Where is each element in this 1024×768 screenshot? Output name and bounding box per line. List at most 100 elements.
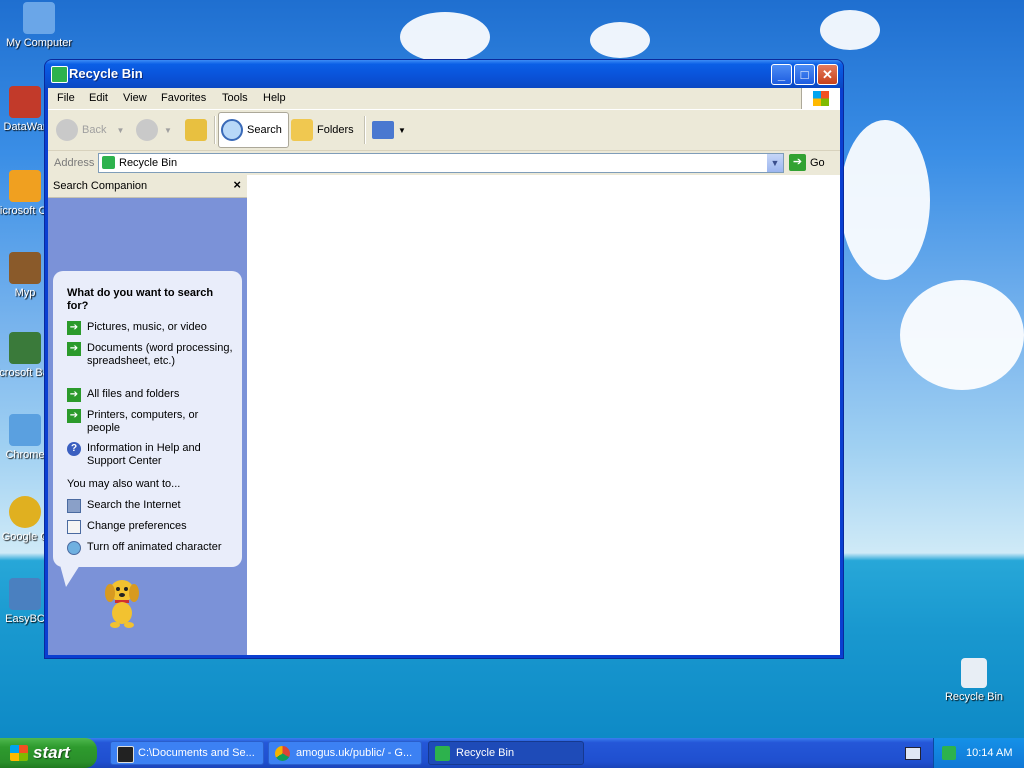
recycle-tray-icon[interactable] <box>942 746 956 760</box>
search-internet-icon <box>67 499 81 513</box>
msbasic-shortcut-icon <box>9 332 41 364</box>
option-label: Search the Internet <box>87 499 181 511</box>
search-dog-icon[interactable] <box>100 575 144 629</box>
recycle-bin-icon <box>51 66 68 83</box>
views-button[interactable]: ▼ <box>372 114 406 146</box>
taskbar-item-label: amogus.uk/public/ - G... <box>296 747 413 759</box>
taskbar-item-chrome[interactable]: amogus.uk/public/ - G... <box>268 741 422 765</box>
system-tray: 10:14 AM <box>933 738 1024 768</box>
folders-label: Folders <box>317 124 354 136</box>
menu-view[interactable]: View <box>123 92 147 104</box>
recycle-bin-icon <box>435 746 450 761</box>
search-option-printers[interactable]: ➔ Printers, computers, or people <box>67 409 233 435</box>
file-list-area[interactable] <box>247 175 840 655</box>
search-internet-link[interactable]: Search the Internet <box>67 499 233 513</box>
option-label: Information in Help and Support Center <box>87 442 201 467</box>
up-folder-icon <box>185 119 207 141</box>
back-button[interactable]: Back ▼ <box>56 114 124 146</box>
address-dropdown-button[interactable]: ▼ <box>767 154 783 172</box>
close-pane-button[interactable]: × <box>233 177 241 192</box>
datawar-shortcut-icon <box>9 86 41 118</box>
search-companion-title: Search Companion <box>53 180 148 192</box>
search-label: Search <box>247 124 282 136</box>
toolbar-separator <box>214 116 216 144</box>
menu-tools[interactable]: Tools <box>222 92 248 104</box>
go-label: Go <box>810 156 825 169</box>
windows-logo-icon <box>10 745 28 761</box>
chrome-setup-icon <box>9 414 41 446</box>
search-button[interactable]: Search <box>218 112 289 148</box>
folders-button[interactable]: Folders <box>291 114 354 146</box>
option-label: Change preferences <box>87 520 187 532</box>
my-computer-icon <box>23 2 55 34</box>
search-companion-header: Search Companion × <box>48 175 247 198</box>
option-label: Printers, computers, or people <box>87 409 199 434</box>
green-arrow-icon: ➔ <box>67 409 81 423</box>
forward-button[interactable]: ▼ <box>136 114 172 146</box>
help-icon: ? <box>67 442 81 456</box>
green-arrow-icon: ➔ <box>67 321 81 335</box>
wallpaper-cloud <box>400 12 490 62</box>
search-option-documents[interactable]: ➔ Documents (word processing, spreadshee… <box>67 342 233 368</box>
menu-help[interactable]: Help <box>263 92 286 104</box>
menu-file[interactable]: File <box>57 92 75 104</box>
7zip-icon <box>117 746 134 763</box>
menu-favorites[interactable]: Favorites <box>161 92 206 104</box>
windows-logo-icon <box>801 88 840 109</box>
search-companion-pane: Search Companion × What do you want to s… <box>48 175 247 655</box>
back-arrow-icon <box>56 119 78 141</box>
close-button[interactable]: ✕ <box>817 64 838 85</box>
desktop-icon-label: EasyBC <box>5 613 45 625</box>
wallpaper-cloud <box>820 10 880 50</box>
taskbar-item-recycle-bin[interactable]: Recycle Bin <box>428 741 584 765</box>
also-want-label: You may also want to... <box>67 478 181 490</box>
search-option-help[interactable]: ? Information in Help and Support Center <box>67 442 233 468</box>
animated-character-icon <box>67 541 81 555</box>
search-question: What do you want to search for? <box>67 287 214 312</box>
option-label: Turn off animated character <box>87 541 222 553</box>
search-icon <box>221 119 243 141</box>
up-folder-button[interactable] <box>185 114 211 146</box>
taskbar: start C:\Documents and Se... amogus.uk/p… <box>0 738 1024 768</box>
go-arrow-icon: ➔ <box>789 154 806 171</box>
search-option-all-files[interactable]: ➔ All files and folders <box>67 388 233 402</box>
wallpaper-cloud <box>840 120 930 280</box>
myp-shortcut-icon <box>9 252 41 284</box>
turn-off-character-link[interactable]: Turn off animated character <box>67 541 233 555</box>
folders-icon <box>291 119 313 141</box>
clock[interactable]: 10:14 AM <box>966 747 1012 759</box>
wallpaper-cloud <box>900 280 1024 390</box>
menu-edit[interactable]: Edit <box>89 92 108 104</box>
green-arrow-icon: ➔ <box>67 342 81 356</box>
preferences-icon <box>67 520 81 534</box>
desktop-icon-label: Myp <box>14 287 36 299</box>
window-title: Recycle Bin <box>69 66 143 81</box>
address-bar: Address Recycle Bin ▼ ➔ Go <box>48 151 840 176</box>
explorer-window: Recycle Bin _ □ ✕ File Edit View Favorit… <box>45 60 843 658</box>
option-label: All files and folders <box>87 388 180 400</box>
address-value: Recycle Bin <box>119 157 178 169</box>
search-option-pictures[interactable]: ➔ Pictures, music, or video <box>67 321 233 335</box>
minimize-button[interactable]: _ <box>771 64 792 85</box>
desktop-icon-my-computer[interactable]: My Computer <box>0 2 78 49</box>
back-label: Back <box>82 124 107 136</box>
taskbar-item-label: Recycle Bin <box>456 747 515 759</box>
desktop-icon-label: Google C <box>1 531 49 543</box>
change-preferences-link[interactable]: Change preferences <box>67 520 233 534</box>
keyboard-icon[interactable] <box>905 747 921 760</box>
start-label: start <box>33 743 70 762</box>
forward-arrow-icon <box>136 119 158 141</box>
chrome-icon <box>275 746 290 761</box>
msvc-shortcut-icon <box>9 170 41 202</box>
start-button[interactable]: start <box>0 738 97 768</box>
maximize-button[interactable]: □ <box>794 64 815 85</box>
address-input[interactable]: Recycle Bin ▼ <box>98 153 784 173</box>
recycle-bin-icon <box>961 658 987 688</box>
desktop-icon-recycle-bin[interactable]: Recycle Bin <box>935 658 1013 703</box>
go-button[interactable]: ➔ Go <box>789 154 825 171</box>
balloon-tail <box>60 565 80 587</box>
taskbar-item-7zip[interactable]: C:\Documents and Se... <box>110 741 264 765</box>
title-bar[interactable]: Recycle Bin _ □ ✕ <box>45 60 843 88</box>
green-arrow-icon: ➔ <box>67 388 81 402</box>
window-client: File Edit View Favorites Tools Help Back… <box>48 88 840 655</box>
